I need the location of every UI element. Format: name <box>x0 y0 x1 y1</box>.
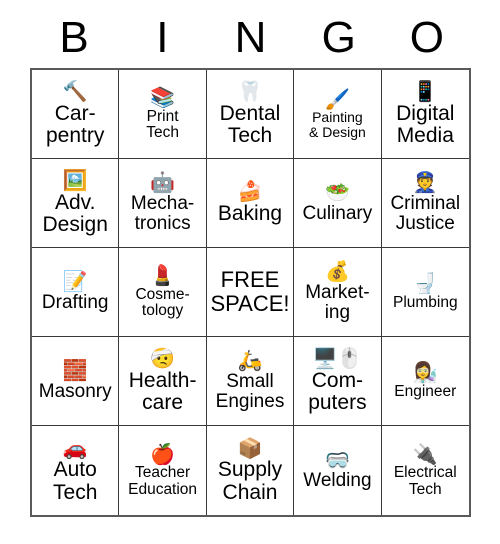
bingo-cell-label: Health- care <box>128 368 197 414</box>
header-letter-g: G <box>321 13 356 62</box>
bingo-cell[interactable]: 🚽 Plumbing <box>381 248 469 337</box>
bingo-cell[interactable]: 👩‍🔬 Engineer <box>381 337 469 426</box>
bingo-cell-label: Small Engines <box>215 370 285 412</box>
bingo-cell-label: Welding <box>303 470 372 492</box>
bingo-cell-label: Adv. Design <box>42 190 108 236</box>
brick-icon: 🧱 <box>62 358 88 383</box>
police-officer-icon: 👮 <box>412 170 438 195</box>
bingo-cell-label: Market- ing <box>305 281 370 323</box>
robot-icon: 🤖 <box>150 170 176 195</box>
bingo-cell[interactable]: 💰 Market- ing <box>294 248 382 337</box>
bingo-cell[interactable]: 🚗 Auto Tech <box>32 426 120 515</box>
bingo-header-row: B I N G O <box>30 8 471 68</box>
bingo-cell[interactable]: 🖼️ Adv. Design <box>32 159 120 248</box>
head-bandage-icon: 🤕 <box>150 346 176 371</box>
header-letter-n: N <box>234 13 267 62</box>
bingo-cell[interactable]: 💄 Cosme- tology <box>119 248 207 337</box>
electric-plug-icon: 🔌 <box>412 441 438 466</box>
bingo-cell[interactable]: 🤕 Health- care <box>119 337 207 426</box>
bingo-cell-label: Auto Tech <box>53 458 98 504</box>
bingo-cell-label: Baking <box>217 201 283 225</box>
bingo-card: B I N G O 🔨 Car- pentry 📚 Print Tech 🦷 Dental… <box>0 0 500 544</box>
bingo-cell-label: Culinary <box>302 202 373 224</box>
tooth-icon: 🦷 <box>237 79 263 104</box>
bingo-cell[interactable]: 🍰 Baking <box>206 159 295 248</box>
woman-scientist-icon: 👩‍🔬 <box>412 360 438 385</box>
paintbrush-icon: 🖌️ <box>324 86 350 111</box>
bingo-cell-label: Mecha- tronics <box>130 192 195 234</box>
goggles-icon: 🥽 <box>324 447 350 472</box>
bingo-cell-label: Engineer <box>394 382 457 400</box>
bingo-cell-label: Masonry <box>38 380 112 402</box>
package-box-icon: 📦 <box>237 435 263 460</box>
desktop-computer-mouse-icon: 🖥️🖱️ <box>312 346 363 371</box>
framed-picture-icon: 🖼️ <box>62 168 88 193</box>
memo-pencil-icon: 📝 <box>62 269 88 294</box>
bingo-cell[interactable]: 📦 Supply Chain <box>206 426 295 515</box>
automobile-icon: 🚗 <box>62 435 88 460</box>
bingo-cell[interactable]: 📚 Print Tech <box>119 70 207 159</box>
red-apple-icon: 🍎 <box>150 441 176 466</box>
motor-scooter-icon: 🛵 <box>237 348 263 373</box>
bingo-cell-label: Painting & Design <box>308 109 366 140</box>
header-letter-b: B <box>59 13 89 62</box>
bingo-cell-label: FREE SPACE! <box>210 267 290 316</box>
bingo-cell[interactable]: 🖥️🖱️ Com- puters <box>294 337 382 426</box>
bingo-cell[interactable]: 📝 Drafting <box>32 248 120 337</box>
bingo-cell[interactable]: 📱 Digital Media <box>381 70 469 159</box>
bingo-cell-label: Car- pentry <box>46 101 105 147</box>
bingo-cell-label: Drafting <box>41 291 109 313</box>
bingo-cell[interactable]: 👮 Criminal Justice <box>381 159 469 248</box>
bingo-grid: 🔨 Car- pentry 📚 Print Tech 🦷 Dental Tech 🖌️ Pai… <box>30 68 471 517</box>
bingo-cell[interactable]: 🖌️ Painting & Design <box>294 70 382 159</box>
lipstick-icon: 💄 <box>150 263 176 288</box>
bingo-cell[interactable]: 🥗 Culinary <box>294 159 382 248</box>
bingo-cell[interactable]: FREE SPACE! <box>206 248 295 337</box>
shortcake-icon: 🍰 <box>237 179 263 204</box>
bingo-cell[interactable]: 🔨 Car- pentry <box>32 70 120 159</box>
bingo-cell[interactable]: 🛵 Small Engines <box>206 337 295 426</box>
bingo-cell[interactable]: 🤖 Mecha- tronics <box>119 159 207 248</box>
bingo-cell-label: Dental Tech <box>219 101 281 147</box>
toilet-icon: 🚽 <box>412 271 438 296</box>
header-letter-o: O <box>409 13 445 62</box>
bingo-cell-label: Digital Media <box>396 101 455 147</box>
money-bag-icon: 💰 <box>324 259 350 284</box>
bingo-cell-label: Cosme- tology <box>135 285 190 319</box>
bingo-cell-label: Teacher Education <box>128 464 198 498</box>
header-letter-i: I <box>156 13 169 62</box>
bingo-cell-label: Com- puters <box>308 368 367 414</box>
bingo-cell-label: Criminal Justice <box>390 192 461 234</box>
books-icon: 📚 <box>150 85 176 110</box>
bingo-cell[interactable]: 🦷 Dental Tech <box>206 70 295 159</box>
bingo-cell-label: Plumbing <box>392 293 458 311</box>
green-salad-icon: 🥗 <box>324 180 350 205</box>
bingo-cell[interactable]: 🥽 Welding <box>294 426 382 515</box>
bingo-cell-label: Print Tech <box>146 107 179 141</box>
bingo-cell[interactable]: 🧱 Masonry <box>32 337 120 426</box>
bingo-cell[interactable]: 🍎 Teacher Education <box>119 426 207 515</box>
bingo-cell[interactable]: 🔌 Electrical Tech <box>381 426 469 515</box>
bingo-cell-label: Electrical Tech <box>393 464 457 498</box>
mobile-phone-icon: 📱 <box>412 79 438 104</box>
bingo-cell-label: Supply Chain <box>217 458 283 504</box>
hammer-icon: 🔨 <box>62 79 88 104</box>
